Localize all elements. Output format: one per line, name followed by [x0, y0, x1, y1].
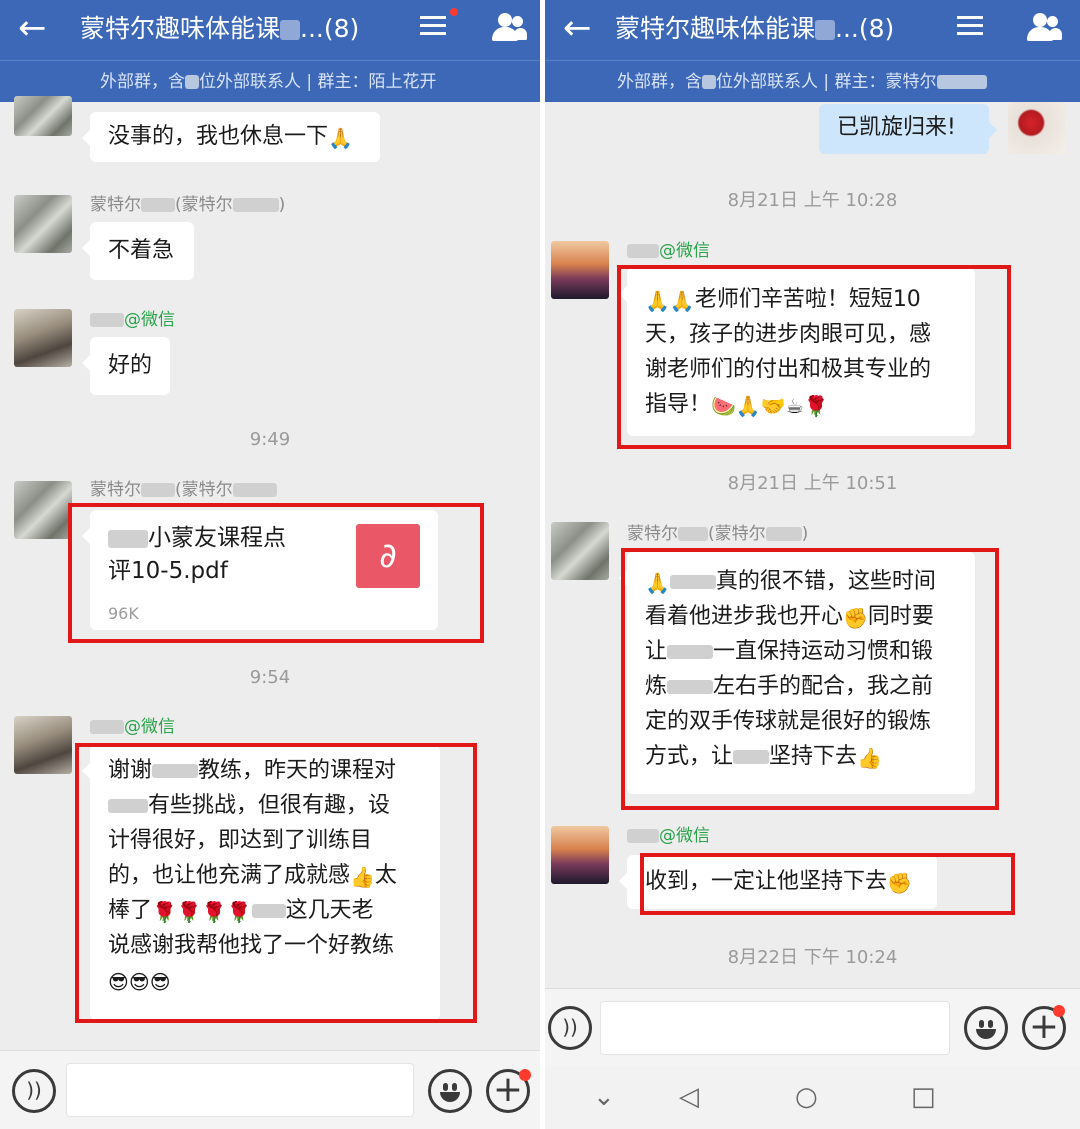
message-input[interactable]	[600, 1001, 950, 1055]
group-title: 蒙特尔趣味体能课 ...(8)	[80, 12, 359, 46]
message-bubble[interactable]: 没事的，我也休息一下🙏	[82, 112, 380, 162]
member-count: ...(8)	[835, 14, 895, 43]
left-chat-screen: ← 蒙特尔趣味体能课 ...(8) 外部群，含 位外部联系人 | 群主：陌上花开 没…	[0, 0, 540, 1129]
menu-icon[interactable]	[957, 12, 983, 38]
blurred-text	[815, 20, 836, 40]
message-bubble[interactable]: 不着急	[82, 222, 194, 280]
message-text: 已凯旋归来!	[837, 115, 956, 140]
notification-dot	[450, 8, 458, 16]
timestamp: 8月21日 上午 10:28	[727, 190, 898, 211]
highlight-box	[621, 548, 999, 810]
emoji-icon[interactable]	[964, 1006, 1008, 1050]
highlight-box	[68, 503, 484, 643]
blurred-text	[936, 75, 987, 89]
member-count: ...(8)	[300, 14, 360, 43]
highlight-box	[617, 265, 1011, 449]
folded-hands-emoji: 🙏	[328, 126, 353, 150]
menu-icon[interactable]	[420, 12, 446, 38]
notification-dot	[519, 1069, 531, 1081]
blurred-text	[702, 75, 716, 89]
my-message-bubble[interactable]: 已凯旋归来!	[819, 104, 997, 154]
blurred-text	[280, 20, 301, 40]
notification-dot	[1053, 1005, 1065, 1017]
group-title: 蒙特尔趣味体能课 ...(8)	[615, 12, 894, 46]
avatar[interactable]	[14, 716, 72, 774]
timestamp: 9:54	[249, 667, 291, 688]
back-arrow-icon[interactable]: ←	[563, 6, 592, 50]
input-bar: )) +	[0, 1050, 540, 1129]
message-text: 好的	[108, 353, 153, 378]
highlight-box	[640, 853, 1015, 915]
message-text: 没事的，我也休息一下	[108, 124, 329, 149]
chevron-down-icon[interactable]: ⌄	[593, 1081, 615, 1113]
group-info-text: 外部群，含 位外部联系人 | 群主：陌上花开	[100, 72, 437, 92]
sender-name: @微信	[90, 309, 175, 331]
group-name: 蒙特尔趣味体能课	[80, 14, 281, 43]
voice-icon[interactable]: ))	[12, 1069, 56, 1113]
group-members-icon[interactable]	[490, 13, 527, 43]
back-arrow-icon[interactable]: ←	[18, 6, 47, 50]
avatar[interactable]	[551, 241, 609, 299]
sender-name: 蒙特尔 (蒙特尔)	[627, 524, 809, 544]
message-input[interactable]	[66, 1063, 414, 1117]
chat-header: ← 蒙特尔趣味体能课 ...(8)	[545, 0, 1080, 60]
avatar[interactable]	[551, 522, 609, 580]
nav-home-icon[interactable]: ○	[795, 1081, 818, 1113]
android-nav-bar: ⌄ ◁ ○ □	[545, 1067, 1080, 1129]
timestamp: 8月21日 上午 10:51	[727, 473, 898, 494]
input-bar: )) +	[545, 988, 1080, 1067]
emoji-icon[interactable]	[428, 1069, 472, 1113]
avatar[interactable]	[14, 96, 72, 136]
sender-name: @微信	[90, 716, 175, 738]
message-bubble[interactable]: 好的	[82, 337, 170, 395]
blurred-text	[185, 75, 199, 89]
avatar[interactable]	[14, 481, 72, 539]
my-avatar[interactable]	[1008, 102, 1066, 154]
timestamp: 9:49	[249, 429, 291, 450]
right-chat-screen: ← 蒙特尔趣味体能课 ...(8) 外部群，含 位外部联系人 | 群主：蒙特尔 已凯…	[545, 0, 1080, 1129]
sender-name: @微信	[627, 240, 710, 262]
sender-name: 蒙特尔 (蒙特尔)	[90, 195, 286, 215]
highlight-box	[75, 743, 477, 1023]
nav-back-icon[interactable]: ◁	[679, 1081, 699, 1113]
group-info-text: 外部群，含 位外部联系人 | 群主：蒙特尔	[617, 61, 987, 103]
group-members-icon[interactable]	[1025, 13, 1062, 43]
timestamp: 8月22日 下午 10:24	[727, 947, 898, 968]
sender-name: 蒙特尔 (蒙特尔	[90, 479, 277, 501]
group-name: 蒙特尔趣味体能课	[615, 14, 816, 43]
avatar[interactable]	[14, 195, 72, 253]
sender-name: @微信	[627, 825, 710, 847]
group-info-bar: 外部群，含 位外部联系人 | 群主：蒙特尔	[545, 60, 1080, 102]
avatar[interactable]	[14, 309, 72, 367]
chat-header: ← 蒙特尔趣味体能课 ...(8)	[0, 0, 540, 60]
voice-icon[interactable]: ))	[548, 1006, 592, 1050]
message-text: 不着急	[108, 238, 175, 263]
group-info-bar: 外部群，含 位外部联系人 | 群主：陌上花开	[0, 60, 540, 102]
avatar[interactable]	[551, 826, 609, 884]
nav-recent-icon[interactable]: □	[911, 1081, 936, 1113]
